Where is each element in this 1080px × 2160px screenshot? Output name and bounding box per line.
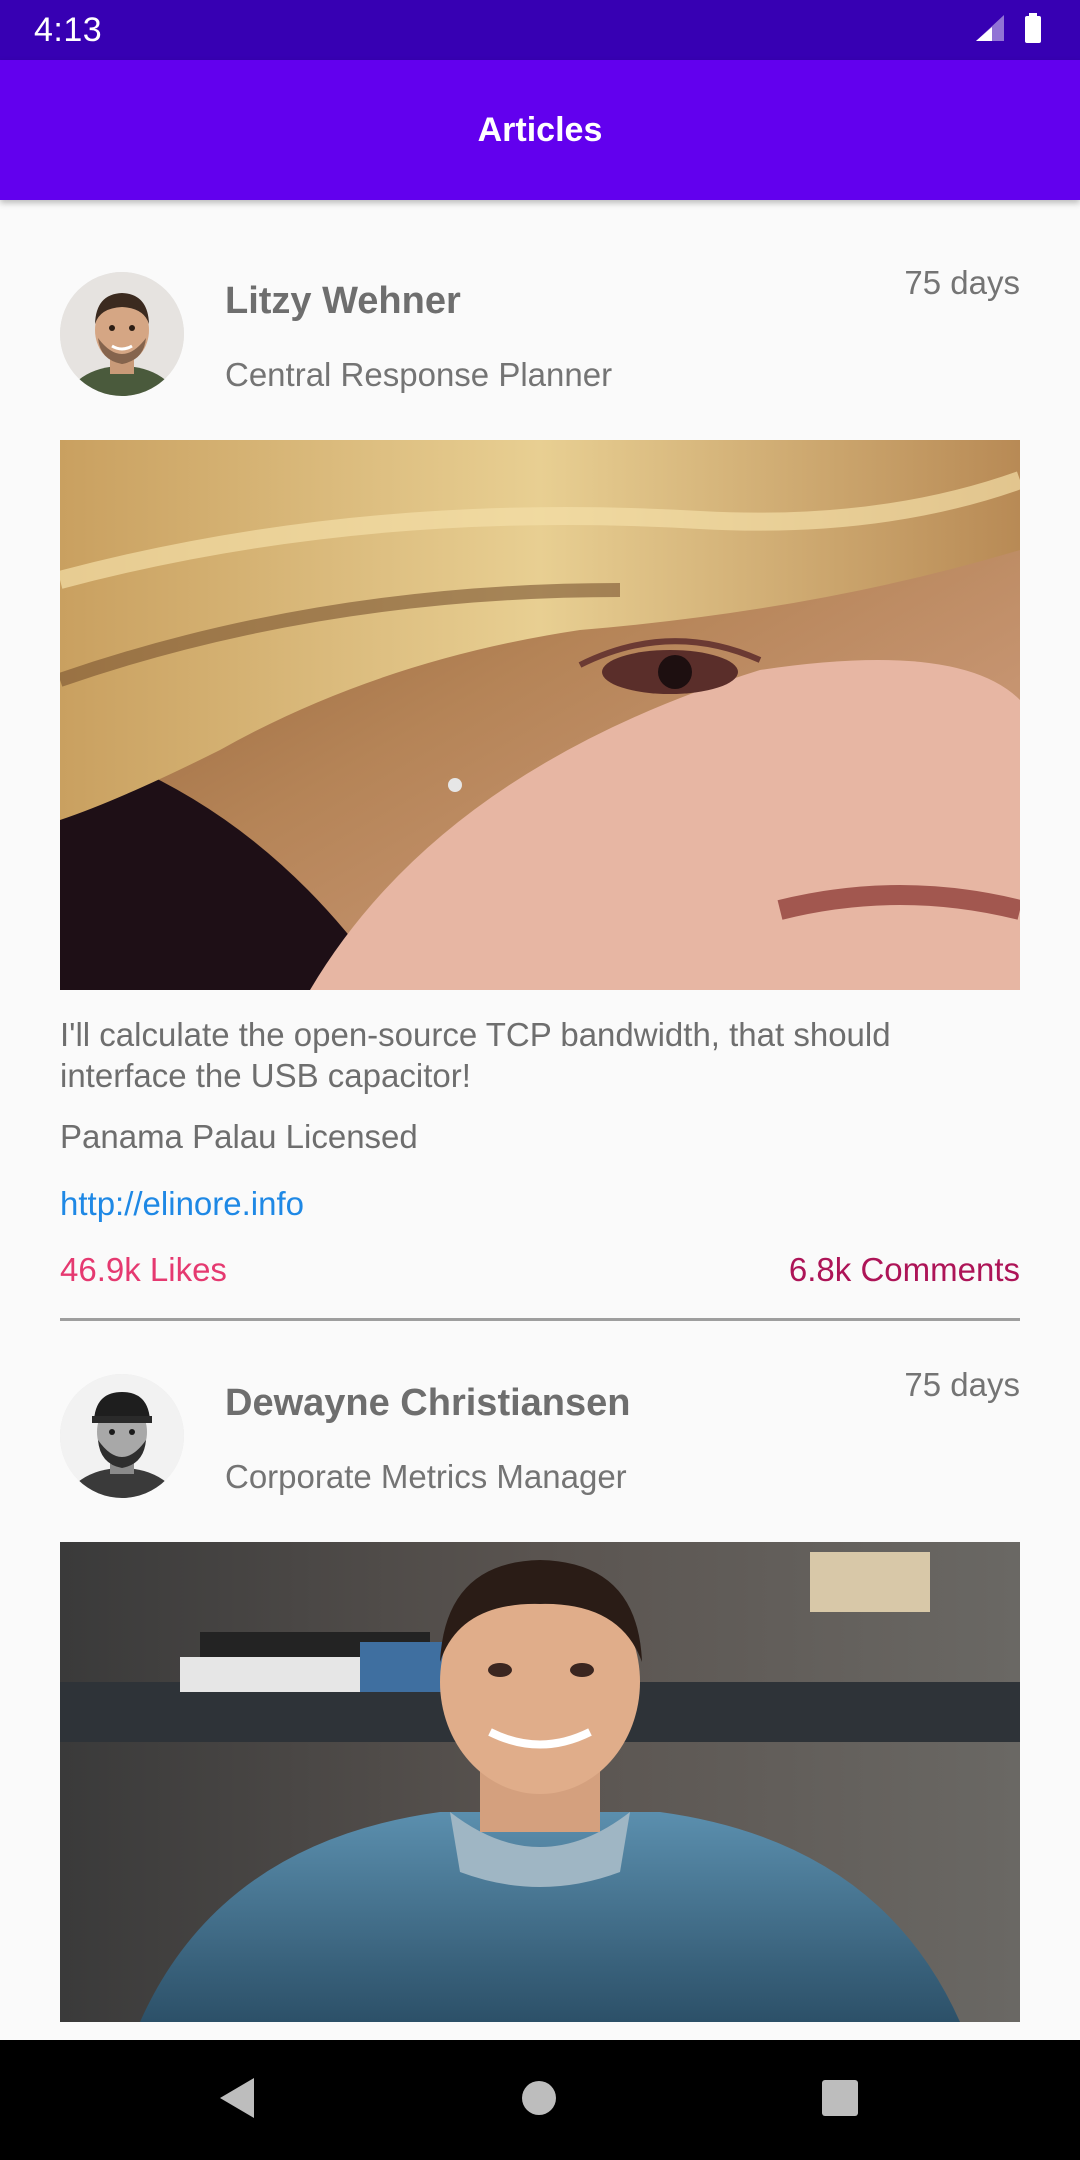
battery-icon: [1024, 12, 1042, 48]
likes-count[interactable]: 46.9k Likes: [60, 1251, 227, 1289]
post-age: 75 days: [904, 264, 1020, 301]
post-tags: Panama Palau Licensed: [60, 1118, 418, 1155]
signal-icon: [974, 14, 1006, 47]
home-icon: [520, 2079, 558, 2122]
avatar[interactable]: [60, 272, 184, 396]
author-role: Central Response Planner: [225, 356, 613, 393]
post-link[interactable]: http://elinore.info: [60, 1185, 304, 1223]
comments-count[interactable]: 6.8k Comments: [789, 1251, 1020, 1289]
avatar[interactable]: [60, 1374, 184, 1498]
post-image[interactable]: [60, 440, 1020, 990]
recents-icon: [821, 2079, 859, 2122]
recents-button[interactable]: [816, 2076, 864, 2124]
status-icons: [974, 12, 1042, 48]
post-text: I'll calculate the open-source TCP bandw…: [60, 1016, 891, 1094]
author-name[interactable]: Dewayne Christiansen: [225, 1382, 630, 1425]
status-bar: 4:13: [0, 0, 1080, 60]
status-time: 4:13: [34, 11, 103, 49]
navigation-bar: [0, 2040, 1080, 2160]
back-icon: [218, 2076, 258, 2125]
app-bar: Articles: [0, 60, 1080, 200]
post-age: 75 days: [904, 1366, 1020, 1403]
author-name[interactable]: Litzy Wehner: [225, 280, 461, 323]
page-title: Articles: [477, 110, 603, 149]
post-image[interactable]: [60, 1542, 1020, 2022]
home-button[interactable]: [515, 2076, 563, 2124]
divider: [60, 1318, 1020, 1321]
back-button[interactable]: [214, 2076, 262, 2124]
author-role: Corporate Metrics Manager: [225, 1458, 627, 1495]
article-feed[interactable]: Litzy Wehner Central Response Planner 75…: [0, 200, 1080, 2040]
